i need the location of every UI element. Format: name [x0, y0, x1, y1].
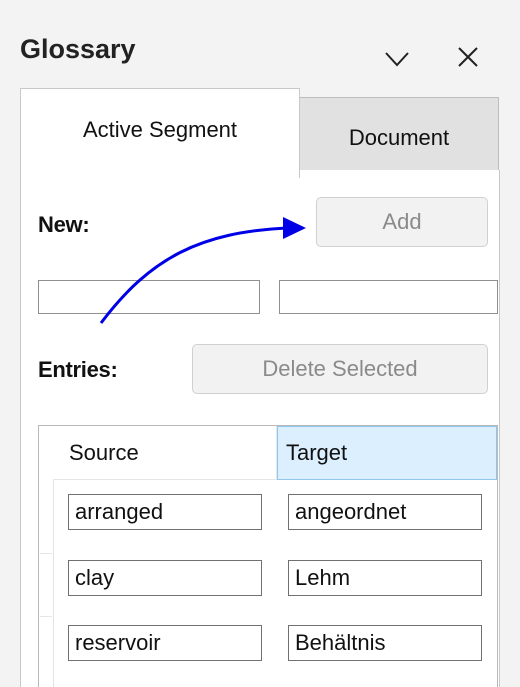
tab-document[interactable]: Document [299, 97, 499, 171]
entries-table: Source Target arranged angeordnet clay L… [38, 425, 498, 687]
pane-title: Glossary [20, 34, 136, 64]
row-divider [40, 553, 52, 554]
new-target-field[interactable] [279, 280, 498, 314]
row-divider [40, 616, 52, 617]
source-cell[interactable]: arranged [68, 494, 262, 530]
target-cell[interactable]: angeordnet [288, 494, 482, 530]
tab-active-segment[interactable]: Active Segment [20, 88, 300, 178]
target-cell[interactable]: Lehm [288, 560, 482, 596]
column-header-source[interactable]: Source [53, 426, 277, 480]
row-header-strip [39, 426, 54, 687]
column-header-target[interactable]: Target [277, 426, 497, 480]
entries-label: Entries: [38, 357, 118, 382]
source-cell[interactable]: reservoir [68, 625, 262, 661]
new-label: New: [38, 212, 90, 237]
close-icon[interactable] [453, 42, 483, 72]
chevron-down-icon[interactable] [382, 44, 412, 74]
source-cell[interactable]: clay [68, 560, 262, 596]
target-cell[interactable]: Behältnis [288, 625, 482, 661]
new-source-field[interactable] [38, 280, 260, 314]
add-button[interactable]: Add [316, 197, 488, 247]
delete-selected-button[interactable]: Delete Selected [192, 344, 488, 394]
